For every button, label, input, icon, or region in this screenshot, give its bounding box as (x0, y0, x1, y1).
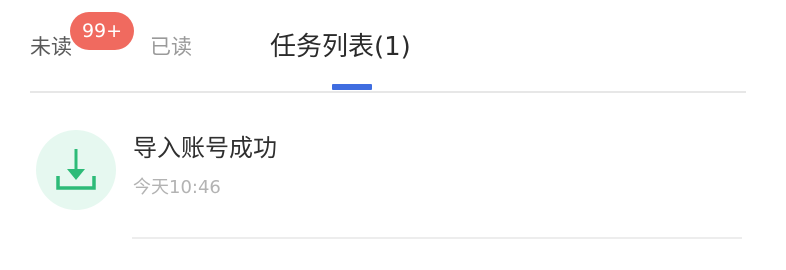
notification-panel: 未读 99+ 已读 任务列表(1) 导入账号成功 今天10:46 (0, 0, 786, 270)
tab-task-list-label: 任务列表(1) (270, 32, 411, 62)
task-list-item[interactable]: 导入账号成功 今天10:46 (30, 112, 746, 240)
download-icon (36, 130, 116, 210)
tab-task-list[interactable]: 任务列表(1) (270, 30, 411, 64)
task-timestamp: 今天10:46 (133, 177, 221, 198)
tab-read[interactable]: 已读 (150, 30, 192, 64)
tab-unread[interactable]: 未读 (30, 30, 72, 64)
tab-unread-label: 未读 (30, 35, 72, 59)
tabs-divider (30, 91, 746, 93)
unread-count-badge: 99+ (70, 12, 134, 50)
tab-read-label: 已读 (150, 35, 192, 59)
active-tab-indicator (332, 84, 372, 90)
tab-bar: 未读 99+ 已读 任务列表(1) (0, 0, 746, 93)
task-item-divider (132, 237, 742, 239)
task-title: 导入账号成功 (133, 134, 277, 162)
